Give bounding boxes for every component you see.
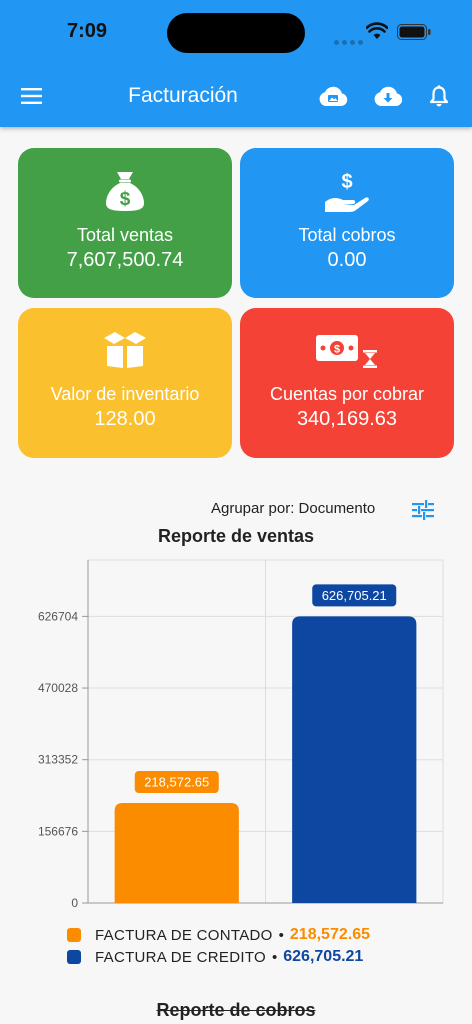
- chart-legend: FACTURA DE CONTADO • 218,572.65 FACTURA …: [67, 924, 370, 968]
- legend-value: 626,705.21: [283, 948, 364, 965]
- wifi-icon: [366, 22, 388, 39]
- y-tick-label: 0: [71, 896, 78, 910]
- legend-item: FACTURA DE CONTADO • 218,572.65: [67, 924, 370, 946]
- tune-icon[interactable]: [412, 500, 434, 520]
- legend-name: FACTURA DE CONTADO: [95, 926, 273, 944]
- accounts-receivable-label: Cuentas por cobrar: [269, 384, 425, 404]
- inventory-value-label: Valor de inventario: [50, 384, 200, 404]
- page-title: Facturación: [128, 84, 238, 107]
- legend-name: FACTURA DE CREDITO: [95, 948, 266, 966]
- accounts-receivable-card[interactable]: $ Cuentas por cobrar 340,169.63: [240, 308, 454, 458]
- cloud-image-icon[interactable]: [318, 85, 348, 107]
- box-icon: [104, 332, 146, 368]
- y-tick-label: 626704: [38, 609, 78, 623]
- total-sales-label: Total ventas: [76, 225, 174, 245]
- cloud-download-icon[interactable]: [374, 85, 402, 107]
- svg-text:$: $: [120, 189, 131, 210]
- bell-icon[interactable]: [429, 85, 449, 107]
- y-tick-label: 470028: [38, 681, 78, 695]
- accounts-receivable-value: 340,169.63: [296, 408, 398, 430]
- hand-dollar-icon: $: [325, 171, 369, 212]
- inventory-value-card[interactable]: Valor de inventario 128.00: [18, 308, 232, 458]
- battery-icon: [397, 24, 431, 40]
- total-payments-card[interactable]: $ Total cobros 0.00: [240, 148, 454, 298]
- bar-value-label: 218,572.65: [144, 775, 209, 790]
- bar-contado: [114, 803, 239, 903]
- signal-icon: [334, 32, 366, 50]
- total-payments-value: 0.00: [327, 249, 367, 271]
- svg-text:$: $: [334, 344, 340, 356]
- status-time: 7:09: [67, 20, 108, 42]
- total-sales-card[interactable]: $ Total ventas 7,607,500.74: [18, 148, 232, 298]
- total-payments-label: Total cobros: [298, 225, 396, 245]
- legend-item: FACTURA DE CREDITO • 626,705.21: [67, 946, 370, 968]
- sales-bar-chart: 0 156676 313352 470028 626704 218,572.65 626,7…: [38, 559, 444, 910]
- legend-swatch: [67, 950, 81, 964]
- inventory-value-value: 128.00: [94, 408, 156, 430]
- total-sales-value: 7,607,500.74: [66, 249, 184, 271]
- money-bag-icon: $: [106, 172, 144, 211]
- money-hourglass-icon: $: [316, 335, 377, 368]
- app-bar: 7:09 Facturación: [0, 0, 472, 127]
- y-tick-label: 313352: [38, 753, 78, 767]
- chart-title: Reporte de ventas: [157, 526, 315, 546]
- bar-value-label: 626,705.21: [322, 588, 387, 603]
- collections-report-title: Reporte de cobros: [156, 1000, 316, 1020]
- y-tick-label: 156676: [38, 824, 78, 838]
- bar-credito: [292, 616, 417, 903]
- legend-swatch: [67, 928, 81, 942]
- dynamic-island: [167, 13, 305, 53]
- svg-text:$: $: [341, 171, 352, 193]
- legend-value: 218,572.65: [289, 926, 370, 943]
- group-by-label: Agrupar por: Documento: [211, 500, 376, 517]
